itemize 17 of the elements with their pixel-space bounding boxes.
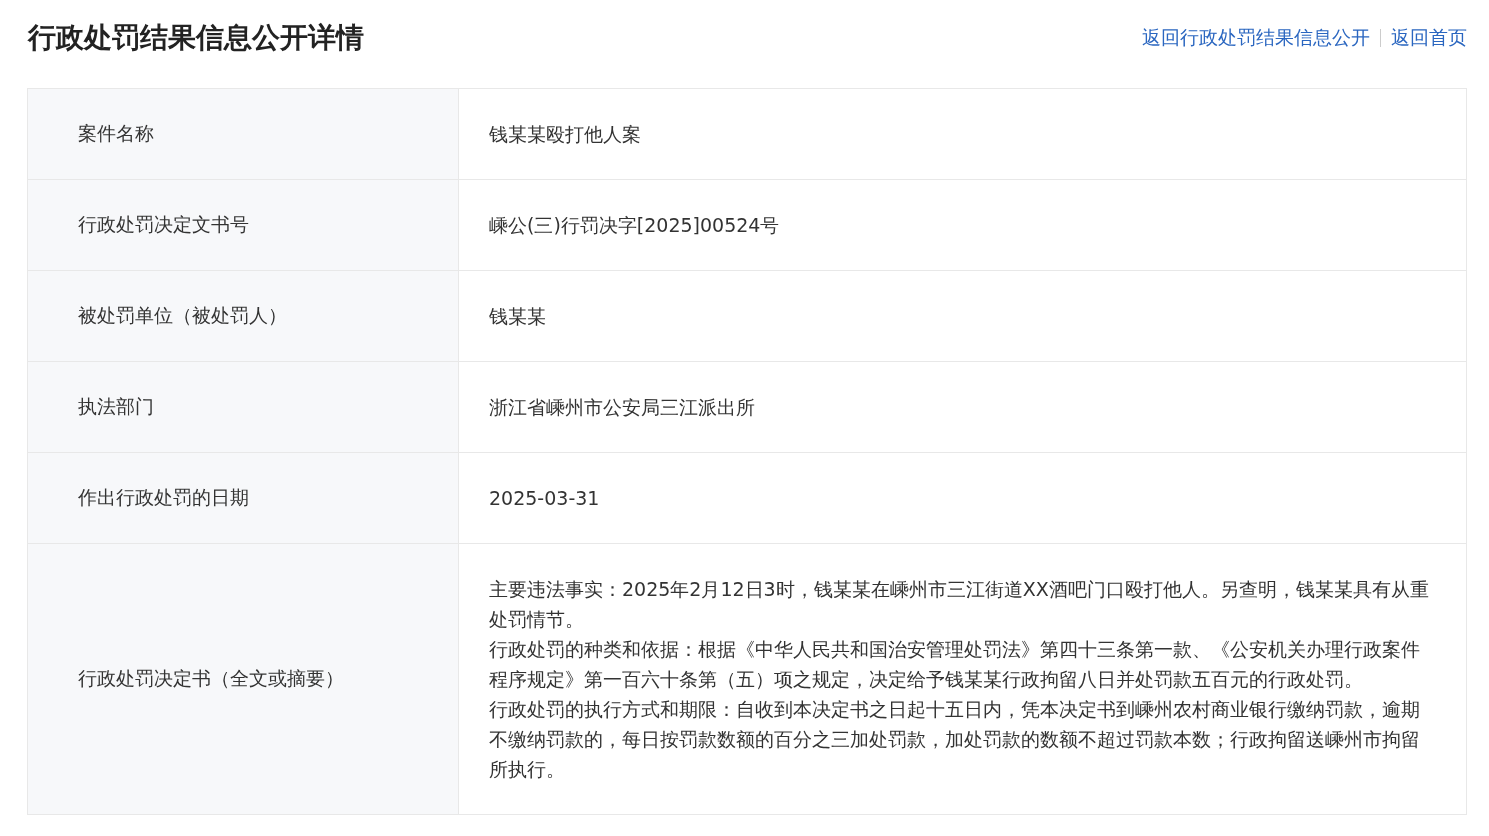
field-value: 2025-03-31 [489, 486, 601, 511]
field-label: 执法部门 [28, 362, 459, 452]
field-label: 被处罚单位（被处罚人） [28, 271, 459, 361]
field-value: 钱某某 [489, 304, 547, 329]
page-title: 行政处罚结果信息公开详情 [28, 20, 364, 56]
nav-link[interactable]: 返回首页 [1391, 25, 1467, 51]
field-label: 行政处罚决定文书号 [28, 180, 459, 270]
field-label: 行政处罚决定书（全文或摘要） [28, 544, 459, 814]
field-value: 嵊公(三)行罚决字[2025]00524号 [489, 213, 781, 238]
field-label: 作出行政处罚的日期 [28, 453, 459, 543]
field-value: 行政处罚的执行方式和期限：自收到本决定书之日起十五日内，凭本决定书到嵊州农村商业银行缴纳罚款，逾期不缴纳罚款的，每日按罚款数额的百分之三加处罚款，加处罚款的数额不超过罚款本数；行政拘留送嵊州市拘留所执行。 [489, 697, 1421, 782]
field-value: 浙江省嵊州市公安局三江派出所 [489, 395, 756, 420]
nav-link[interactable]: 返回行政处罚结果信息公开 [1142, 25, 1370, 51]
field-value: 行政处罚的种类和依据：根据《中华人民共和国治安管理处罚法》第四十三条第一款、《公安机关办理行政案件程序规定》第一百六十条第（五）项之规定，决定给予钱某某行政拘留八日并处罚款五百元的行政处罚。 [489, 637, 1421, 692]
field-value: 主要违法事实：2025年2月12日3时，钱某某在嵊州市三江街道XX酒吧门口殴打他人。另查明，钱某某具有从重处罚情节。 [489, 577, 1430, 632]
field-label: 案件名称 [28, 89, 459, 179]
field-value: 钱某某殴打他人案 [489, 122, 642, 147]
